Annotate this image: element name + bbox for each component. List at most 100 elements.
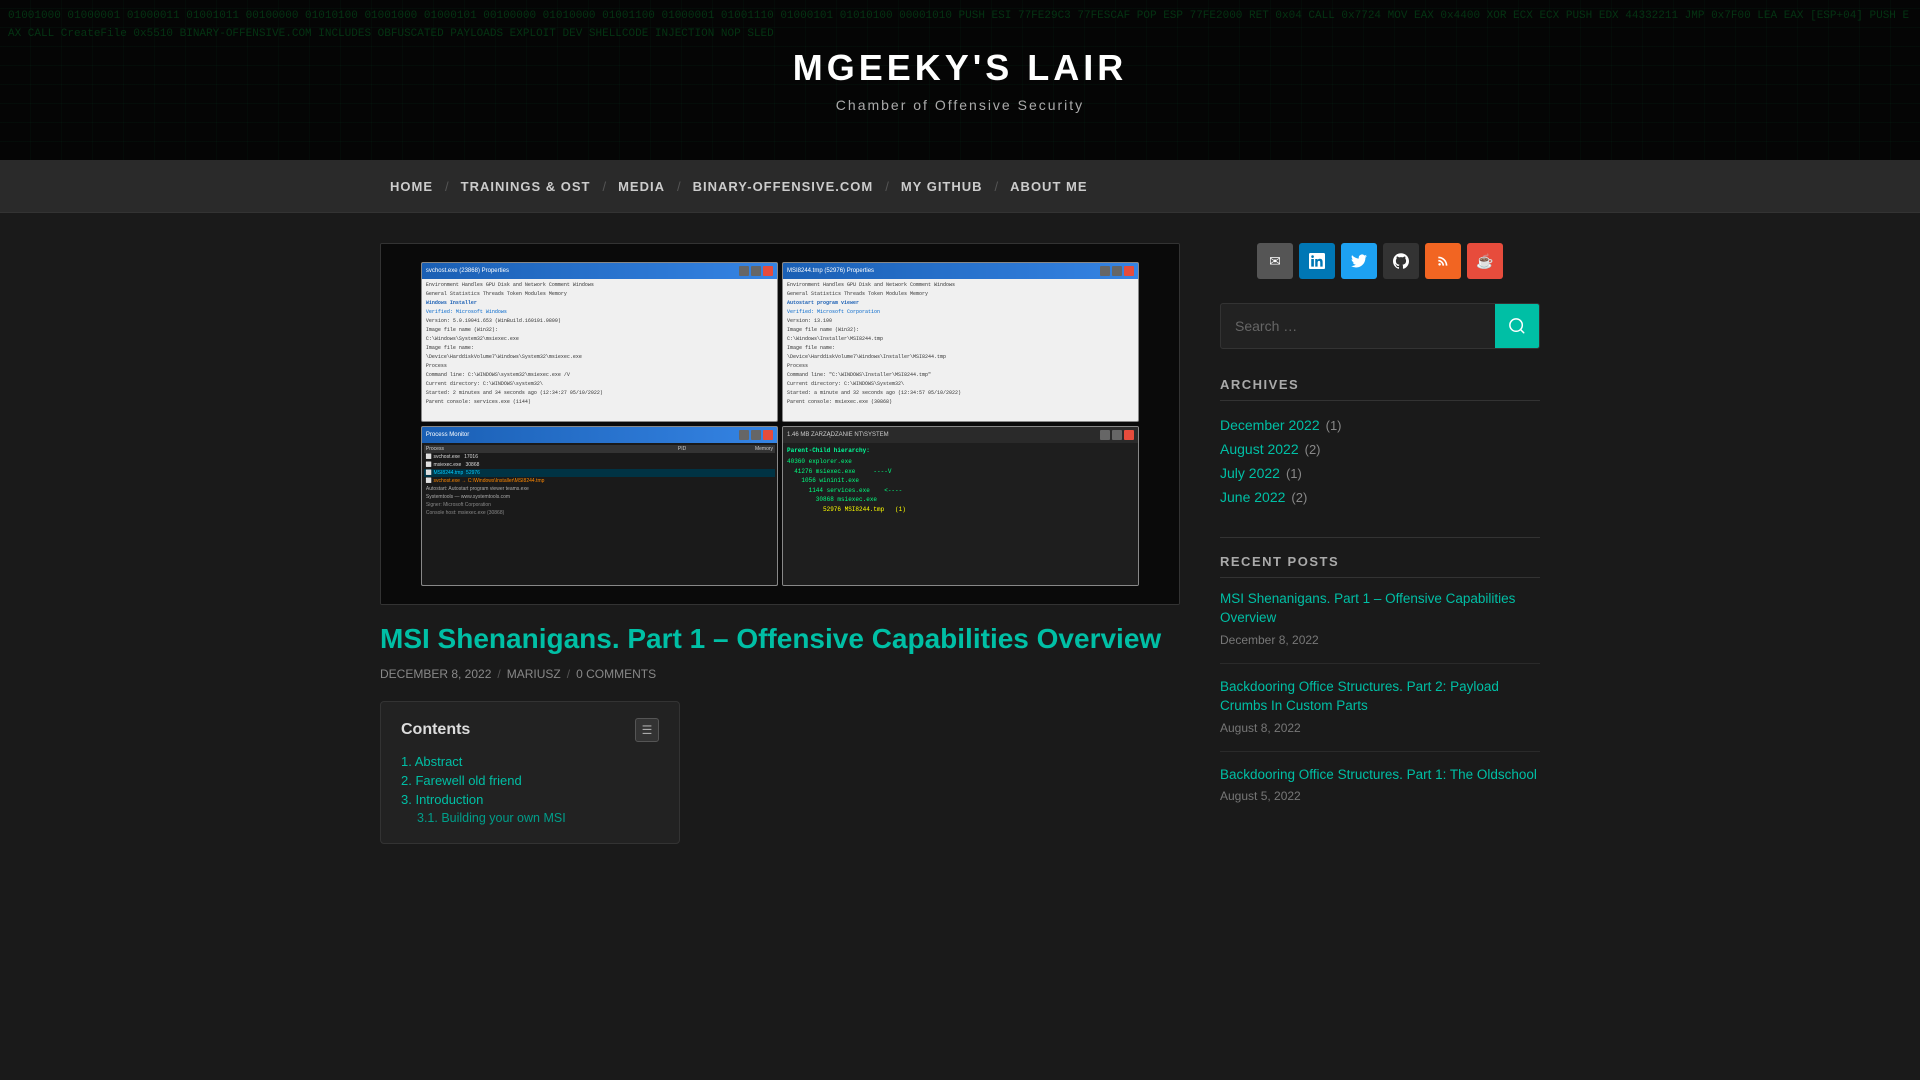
sc-panel-4-header: 1.46 MB ZARZĄDZANIE NT\SYSTEM (783, 427, 1138, 443)
sc-row: Console host: msiexec.exe (30868) (424, 509, 775, 517)
meta-sep-1: / (497, 667, 500, 681)
site-main: svchost.exe (23868) Properties Environme… (360, 243, 1560, 864)
nav-github[interactable]: MY GITHUB (891, 179, 993, 194)
sc-h-line: 1056 wininit.exe (787, 476, 1134, 486)
sidebar-divider (1220, 537, 1540, 538)
rss-icon[interactable] (1425, 243, 1461, 279)
sc-row: Parent console: services.exe (1144) (424, 398, 775, 407)
sc-row: ⬜ svchost.exe → C:\Windows\Installer\MSI… (424, 477, 775, 485)
sc-col-pid: PID (599, 446, 686, 452)
sc-row: General Statistics Threads Token Modules… (424, 290, 775, 299)
sc-panel-2-controls (1100, 266, 1134, 276)
toc-box: Contents ☰ 1. Abstract 2. Farewell old f… (380, 701, 680, 844)
sc-row: Autostart program viewer (785, 299, 1136, 308)
nav-media[interactable]: MEDIA (608, 179, 675, 194)
search-icon (1508, 317, 1526, 335)
recent-post-date-3: August 5, 2022 (1220, 789, 1301, 803)
sidebar: ✉ ☕ ARCHIVES (1220, 243, 1540, 864)
email-icon[interactable]: ✉ (1257, 243, 1293, 279)
nav-sep-1: / (443, 179, 451, 194)
toc-items: 1. Abstract 2. Farewell old friend 3. In… (401, 752, 659, 827)
sc-minimize (739, 266, 749, 276)
screenshot-collage: svchost.exe (23868) Properties Environme… (421, 262, 1139, 586)
nav-sep-5: / (993, 179, 1001, 194)
kofi-icon[interactable]: ☕ (1467, 243, 1503, 279)
archive-link-jul22[interactable]: July 2022 (1220, 465, 1280, 481)
content-area: svchost.exe (23868) Properties Environme… (380, 243, 1180, 864)
search-input[interactable] (1221, 308, 1495, 344)
social-icons: ✉ ☕ (1220, 243, 1540, 279)
sc-panel-1: svchost.exe (23868) Properties Environme… (421, 262, 778, 422)
sc-maximize (1112, 430, 1122, 440)
sc-panel-1-title: svchost.exe (23868) Properties (426, 268, 509, 274)
post-title[interactable]: MSI Shenanigans. Part 1 – Offensive Capa… (380, 621, 1180, 657)
post-meta: DECEMBER 8, 2022 / MARIUSZ / 0 COMMENTS (380, 667, 1180, 681)
post-thumbnail: svchost.exe (23868) Properties Environme… (380, 243, 1180, 605)
sc-minimize (1100, 430, 1110, 440)
toc-item-intro[interactable]: 3. Introduction (401, 790, 659, 809)
recent-post-title-1[interactable]: MSI Shenanigans. Part 1 – Offensive Capa… (1220, 590, 1540, 628)
sc-h-line: 40360 explorer.exe (787, 457, 1134, 467)
sc-row: \Device\HarddiskVolume7\Windows\Installe… (785, 353, 1136, 362)
sc-row: Image file name: (785, 344, 1136, 353)
sc-row: Image file name (Win32): (424, 326, 775, 335)
sc-table-header: Process PID Memory (424, 445, 775, 453)
sc-row: Started: 2 minutes and 34 seconds ago (1… (424, 389, 775, 398)
sc-panel-3-title: Process Monitor (426, 432, 469, 438)
sc-row: Current directory: C:\WINDOWS\system32\ (424, 380, 775, 389)
sc-row: ⬜ msiexec.exe 30868 (424, 461, 775, 469)
hierarchy-label: Parent-Child hierarchy: (787, 447, 1134, 454)
site-subtitle: Chamber of Offensive Security (793, 97, 1128, 113)
sc-row: Signer: Microsoft Corporation (424, 501, 775, 509)
toc-item-build-msi[interactable]: 3.1. Building your own MSI (417, 809, 659, 827)
sc-panel-4: 1.46 MB ZARZĄDZANIE NT\SYSTEM Parent-Chi… (782, 426, 1139, 586)
archive-link-dec22[interactable]: December 2022 (1220, 417, 1320, 433)
github-icon[interactable] (1383, 243, 1419, 279)
sc-panel-3-controls (739, 430, 773, 440)
sc-row: General Statistics Threads Token Modules… (785, 290, 1136, 299)
sc-row: Command line: "C:\WINDOWS\Installer\MSI8… (785, 371, 1136, 380)
recent-post-date-1: December 8, 2022 (1220, 633, 1319, 647)
sc-row: Parent console: msiexec.exe (30868) (785, 398, 1136, 407)
sc-row: Process (424, 362, 775, 371)
sc-panel-4-title: 1.46 MB ZARZĄDZANIE NT\SYSTEM (787, 432, 889, 438)
linkedin-icon[interactable] (1299, 243, 1335, 279)
sc-h-line: 41276 msiexec.exe ----V (787, 467, 1134, 477)
twitter-icon[interactable] (1341, 243, 1377, 279)
toc-toggle-button[interactable]: ☰ (635, 718, 659, 742)
nav-trainings[interactable]: TRAININGS & OST (451, 179, 601, 194)
recent-post-title-3[interactable]: Backdooring Office Structures. Part 1: T… (1220, 766, 1540, 785)
sc-col-name: Process (426, 446, 600, 452)
archives-section: ARCHIVES December 2022 (1) August 2022 (… (1220, 377, 1540, 509)
search-button[interactable] (1495, 304, 1539, 348)
search-widget (1220, 303, 1540, 349)
sc-row: Process (785, 362, 1136, 371)
recent-post-date-2: August 8, 2022 (1220, 721, 1301, 735)
archive-link-aug22[interactable]: August 2022 (1220, 441, 1299, 457)
hierarchy-lines: 40360 explorer.exe 41276 msiexec.exe ---… (787, 457, 1134, 515)
archive-item-dec22: December 2022 (1) (1220, 413, 1540, 437)
sc-row: C:\Windows\System32\msiexec.exe (424, 335, 775, 344)
sc-close (763, 266, 773, 276)
nav-binary[interactable]: BINARY-OFFENSIVE.COM (683, 179, 884, 194)
sc-panel-4-controls (1100, 430, 1134, 440)
sc-row: Version: 5.0.19041.653 (WinBuild.160101.… (424, 317, 775, 326)
sc-h-line: 30868 msiexec.exe (787, 495, 1134, 505)
nav-about[interactable]: ABOUT ME (1000, 179, 1097, 194)
nav-home[interactable]: HOME (380, 179, 443, 194)
sc-minimize (739, 430, 749, 440)
meta-sep-2: / (567, 667, 570, 681)
sc-row: Windows Installer (424, 299, 775, 308)
toc-sub-items: 3.1. Building your own MSI (401, 809, 659, 827)
archive-item-aug22: August 2022 (2) (1220, 437, 1540, 461)
sc-panel-2-title: MSI8244.tmp (52976) Properties (787, 268, 874, 274)
recent-post-title-2[interactable]: Backdooring Office Structures. Part 2: P… (1220, 678, 1540, 716)
archive-count-jul22: (1) (1286, 466, 1302, 481)
archive-item-jul22: July 2022 (1) (1220, 461, 1540, 485)
site-title: MGEEKY'S LAIR (793, 47, 1128, 89)
toc-item-farewell[interactable]: 2. Farewell old friend (401, 771, 659, 790)
sc-row: Current directory: C:\WINDOWS\System32\ (785, 380, 1136, 389)
toc-item-abstract[interactable]: 1. Abstract (401, 752, 659, 771)
sc-maximize (751, 266, 761, 276)
archive-link-jun22[interactable]: June 2022 (1220, 489, 1285, 505)
